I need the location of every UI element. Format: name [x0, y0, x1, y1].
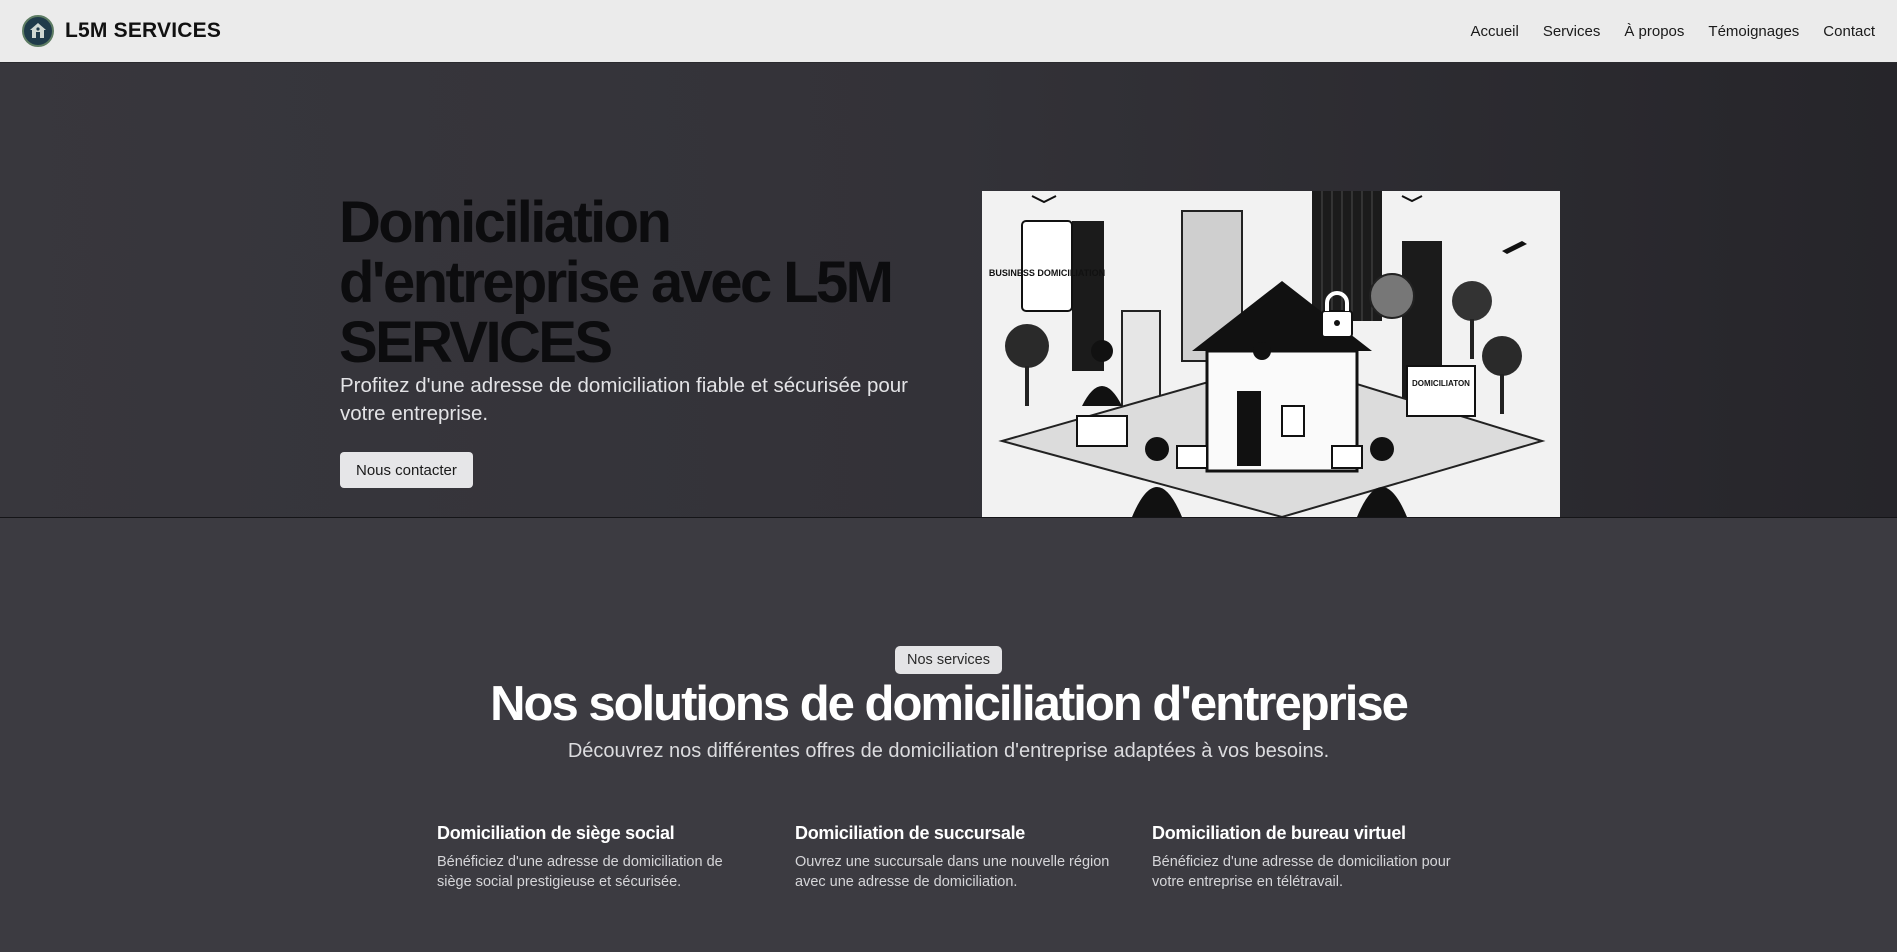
service-card-bureau-virtuel: Domiciliation de bureau virtuel Bénéfici…	[1152, 823, 1472, 892]
service-card-succursale: Domiciliation de succursale Ouvrez une s…	[795, 823, 1115, 892]
house-shield-logo-icon	[22, 15, 54, 47]
nav-link-contact[interactable]: Contact	[1823, 23, 1875, 40]
service-card-title: Domiciliation de succursale	[795, 823, 1025, 843]
service-card-title: Domiciliation de bureau virtuel	[1152, 823, 1406, 843]
service-card-text: Ouvrez une succursale dans une nouvelle …	[795, 854, 1110, 890]
nav-link-services[interactable]: Services	[1543, 23, 1601, 40]
services-title: Nos solutions de domiciliation d'entrepr…	[490, 677, 1409, 731]
brand-name: L5M SERVICES	[65, 19, 222, 42]
services-section: Nos services Nos solutions de domiciliat…	[0, 518, 1897, 952]
contact-button[interactable]: Nous contacter	[340, 452, 473, 488]
nav-link-temoignages[interactable]: Témoignages	[1708, 23, 1799, 40]
nav-link-a-propos[interactable]: À propos	[1624, 23, 1684, 40]
services-subtitle: Découvrez nos différentes offres de domi…	[567, 740, 1330, 762]
service-card-title: Domiciliation de siège social	[437, 823, 675, 843]
main-nav: Accueil Services À propos Témoignages Co…	[1470, 23, 1875, 40]
business-domiciliation-illustration: BUSINESS DOMICILIATION DOMICILIATON	[982, 191, 1560, 517]
image-sign-domiciliation: DOMICILIATON	[1412, 379, 1470, 388]
service-card-siege-social: Domiciliation de siège social Bénéficiez…	[437, 823, 757, 892]
service-card-text: Bénéficiez d'une adresse de domiciliatio…	[437, 854, 723, 890]
services-tag: Nos services	[895, 646, 1002, 674]
service-card-text: Bénéficiez d'une adresse de domiciliatio…	[1152, 854, 1451, 890]
hero-subtitle: Profitez d'une adresse de domiciliation …	[340, 374, 908, 425]
brand[interactable]: L5M SERVICES	[22, 15, 221, 47]
nav-link-accueil[interactable]: Accueil	[1470, 23, 1518, 40]
hero-section: Domiciliation d'entreprise avec L5M SERV…	[0, 63, 1897, 518]
image-sign-business: BUSINESS DOMICILIATION	[989, 268, 1105, 278]
hero-title: Domiciliation d'entreprise avec L5M SERV…	[339, 190, 894, 375]
site-header: L5M SERVICES Accueil Services À propos T…	[0, 0, 1897, 63]
